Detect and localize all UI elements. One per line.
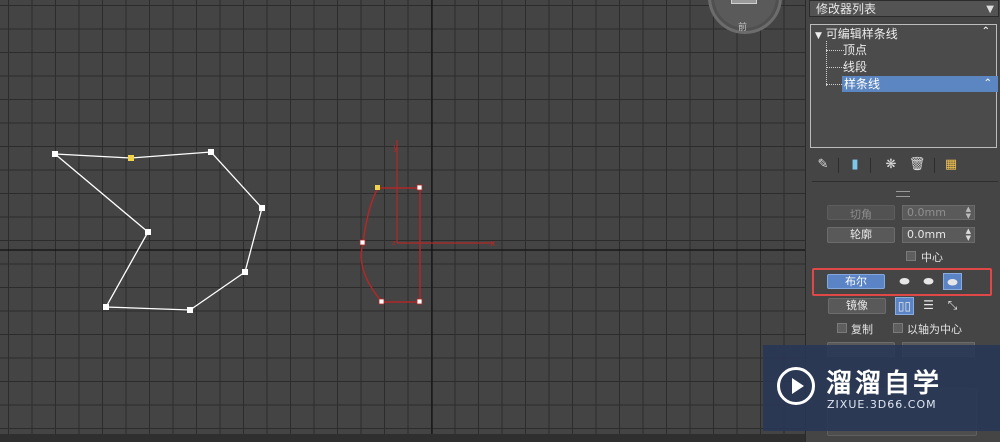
spline-white[interactable] <box>54 151 263 311</box>
mirror-vertical-icon[interactable]: ☰ <box>919 297 938 314</box>
spinner-arrows-icon[interactable]: ▲ ▼ <box>966 206 971 220</box>
spinner-arrows-icon[interactable]: ▲ ▼ <box>966 228 971 242</box>
vertex[interactable] <box>103 304 109 310</box>
gizmo-z-label: z <box>392 239 396 247</box>
gizmo-x-label: x <box>490 239 496 249</box>
vertex[interactable] <box>416 298 423 305</box>
configure-sets-icon[interactable]: ▦ <box>942 156 960 174</box>
divider <box>838 158 839 173</box>
remove-modifier-icon[interactable]: 🗑 <box>908 156 926 174</box>
first-vertex-selected[interactable] <box>375 185 380 190</box>
copy-label: 复制 <box>851 323 873 336</box>
show-end-result-icon[interactable]: ▮ <box>846 156 864 174</box>
rollout-grip[interactable] <box>896 191 910 197</box>
mirror-both-icon[interactable]: ⤡ <box>943 297 962 314</box>
modifier-stack[interactable]: ▼ 可编辑样条线 ⌃ 顶点 线段 样条线 ⌃ <box>810 24 998 148</box>
make-unique-icon[interactable]: ❋ <box>882 156 900 174</box>
vertex[interactable] <box>259 205 265 211</box>
outline-spinner[interactable]: 0.0mm ▲ ▼ <box>902 227 975 243</box>
vertex[interactable] <box>378 298 385 305</box>
outline-button[interactable]: 轮廓 <box>827 227 895 243</box>
timeline-bar[interactable] <box>0 434 805 442</box>
stack-item-segment[interactable]: 线段 <box>843 59 867 75</box>
modifier-list-label: 修改器列表 <box>816 2 877 16</box>
vertex[interactable] <box>359 239 366 246</box>
stack-item-label: 样条线 <box>844 77 881 91</box>
stack-toolbar: ✎ ▮ ❋ 🗑 ▦ <box>812 156 997 176</box>
highlight-box <box>812 268 992 296</box>
vertex[interactable] <box>145 229 151 235</box>
tree-line <box>826 41 827 86</box>
spline-selected[interactable] <box>360 187 421 303</box>
about-pivot-label: 以轴为中心 <box>907 323 962 336</box>
watermark: 溜溜自学 ZIXUE.3D66.COM <box>763 345 1000 431</box>
viewcube-face[interactable] <box>731 0 757 4</box>
stack-item-editable-spline[interactable]: ▼ 可编辑样条线 <box>815 26 993 42</box>
chevron-up-icon[interactable]: ⌃ <box>984 76 992 92</box>
about-pivot-checkbox[interactable] <box>893 323 903 333</box>
vertex[interactable] <box>187 307 193 313</box>
vertex[interactable] <box>208 149 214 155</box>
stack-item-spline[interactable]: 样条线 ⌃ <box>842 76 998 92</box>
first-vertex[interactable] <box>128 155 134 161</box>
chamfer-button[interactable]: 切角 <box>827 205 895 221</box>
expand-triangle-icon[interactable]: ▼ <box>815 31 822 41</box>
spline-selected-vertices[interactable] <box>359 184 423 305</box>
mirror-button[interactable]: 镜像 <box>828 298 886 314</box>
center-label: 中心 <box>921 251 943 264</box>
copy-checkbox[interactable] <box>837 323 847 333</box>
chevron-up-icon[interactable]: ⌃ <box>982 26 990 37</box>
vertex[interactable] <box>242 269 248 275</box>
viewport-canvas[interactable]: y x z <box>0 0 805 442</box>
chamfer-value: 0.0mm <box>907 206 946 219</box>
spline-white-vertices[interactable] <box>52 149 265 313</box>
gizmo-y-label: y <box>393 143 399 153</box>
perspective-viewport[interactable]: y x z 前 <box>0 0 805 442</box>
viewcube-label: 前 <box>738 23 748 33</box>
tree-tick <box>826 50 844 51</box>
stack-item-vertex[interactable]: 顶点 <box>843 42 867 58</box>
watermark-url: ZIXUE.3D66.COM <box>827 398 937 411</box>
divider <box>870 158 871 173</box>
play-logo-icon <box>777 367 815 405</box>
pin-icon[interactable]: ✎ <box>814 156 832 174</box>
outline-value: 0.0mm <box>907 228 946 241</box>
chamfer-spinner[interactable]: 0.0mm ▲ ▼ <box>902 205 975 220</box>
center-checkbox[interactable] <box>906 251 916 261</box>
tree-tick <box>826 67 844 68</box>
vertex[interactable] <box>416 184 423 191</box>
chevron-down-icon: ▼ <box>986 4 994 15</box>
vertex[interactable] <box>52 151 58 157</box>
divider <box>934 158 935 173</box>
watermark-title: 溜溜自学 <box>826 369 943 399</box>
divider <box>812 181 998 182</box>
mirror-horizontal-icon[interactable]: ▯▯ <box>895 297 914 315</box>
modifier-list-dropdown[interactable]: 修改器列表 ▼ <box>809 0 999 17</box>
stack-item-label: 可编辑样条线 <box>825 27 898 41</box>
